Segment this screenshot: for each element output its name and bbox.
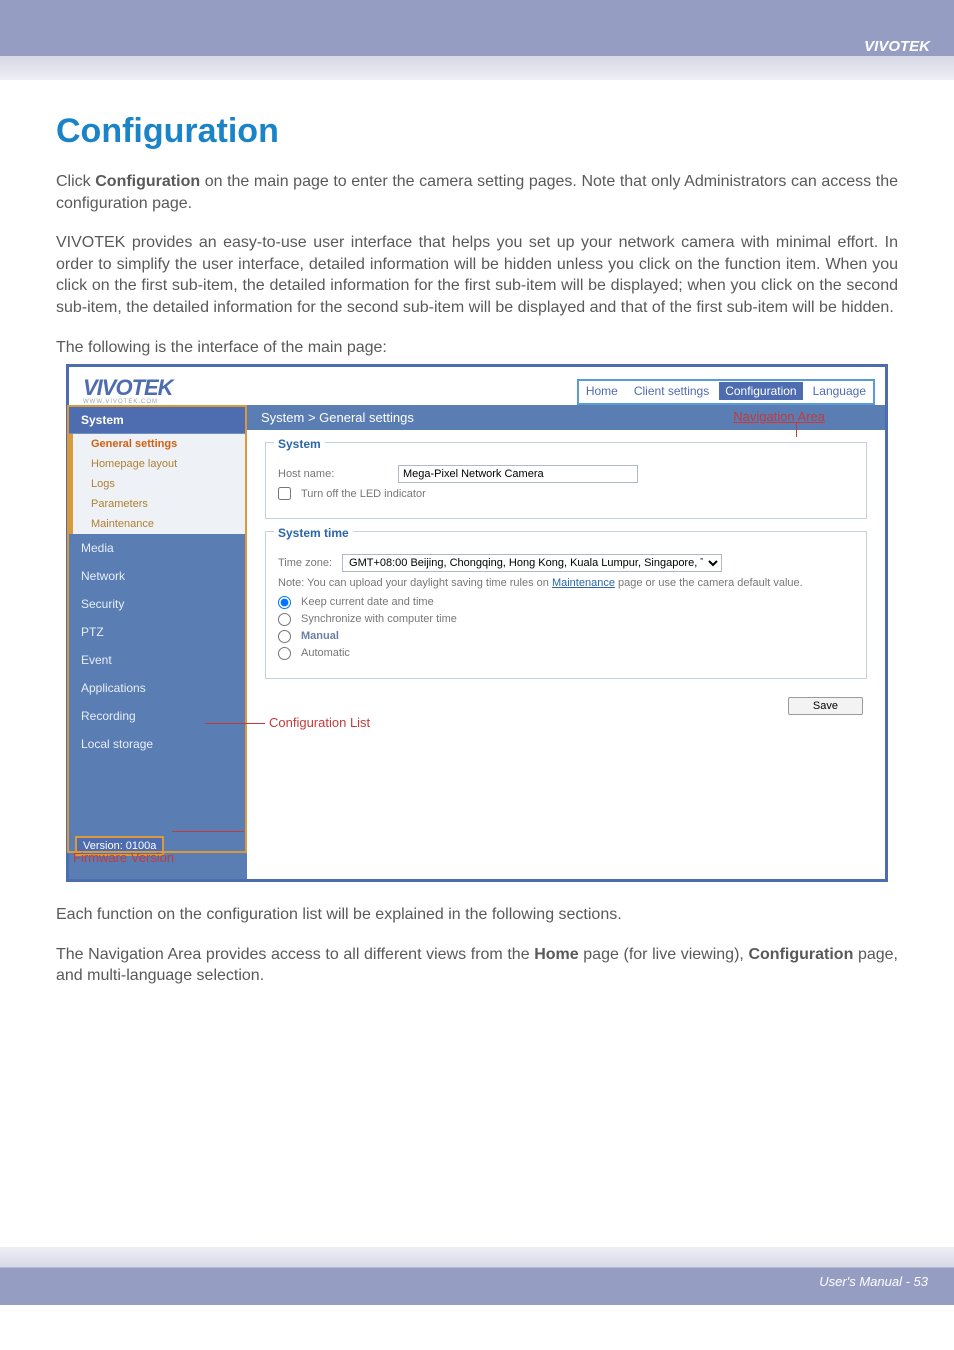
system-time-legend: System time [274, 526, 353, 540]
text: page or use the camera default value. [615, 577, 803, 589]
closing-para-1: Each function on the configuration list … [56, 904, 898, 926]
sidebar-sub-maintenance[interactable]: Maintenance [73, 514, 247, 534]
annotation-line [796, 423, 797, 437]
screenshot-box: VIVOTEK WWW.VIVOTEK.COM Home Client sett… [66, 364, 888, 882]
nav-language[interactable]: Language [807, 382, 872, 400]
logo-block: VIVOTEK WWW.VIVOTEK.COM [83, 375, 173, 405]
annotation-line [172, 831, 244, 832]
sidebar-submenu: General settings Homepage layout Logs Pa… [69, 434, 247, 534]
sidebar-item-event[interactable]: Event [69, 646, 247, 674]
nav-home[interactable]: Home [580, 382, 624, 400]
system-legend: System [274, 437, 325, 451]
screenshot-body: System General settings Homepage layout … [69, 405, 885, 879]
radio-manual-label: Manual [301, 630, 339, 642]
brand-title: VIVOTEK [864, 38, 930, 55]
content-area: Configuration Click Configuration on the… [0, 80, 954, 987]
page-title: Configuration [56, 112, 898, 151]
sidebar-item-ptz[interactable]: PTZ [69, 618, 247, 646]
page-footer: User's Manual - 53 [0, 1247, 954, 1305]
intro-para-2: VIVOTEK provides an easy-to-use user int… [56, 232, 898, 318]
system-fieldset: System Host name: Turn off the LED indic… [265, 442, 867, 519]
annotation-navigation-area: Navigation Area [733, 409, 825, 424]
sidebar-item-network[interactable]: Network [69, 562, 247, 590]
sidebar-item-applications[interactable]: Applications [69, 674, 247, 702]
topnav-outline: Home Client settings Configuration Langu… [577, 379, 875, 405]
intro-para-3: The following is the interface of the ma… [56, 337, 898, 359]
nav-client-settings[interactable]: Client settings [628, 382, 715, 400]
radio-sync-computer[interactable] [278, 613, 291, 626]
system-time-fieldset: System time Time zone: GMT+08:00 Beijing… [265, 531, 867, 678]
sidebar-item-security[interactable]: Security [69, 590, 247, 618]
sidebar-item-media[interactable]: Media [69, 534, 247, 562]
led-indicator-checkbox[interactable] [278, 487, 291, 500]
host-name-input[interactable] [398, 465, 638, 483]
text: Click [56, 173, 95, 190]
sidebar-sub-parameters[interactable]: Parameters [73, 494, 247, 514]
radio-sync-computer-label: Synchronize with computer time [301, 613, 457, 625]
page-header: VIVOTEK [0, 0, 954, 80]
closing-para-2: The Navigation Area provides access to a… [56, 944, 898, 987]
save-button[interactable]: Save [788, 697, 863, 715]
sidebar-sub-homepage-layout[interactable]: Homepage layout [73, 454, 247, 474]
text: The Navigation Area provides access to a… [56, 946, 534, 963]
annotation-line [205, 723, 265, 724]
footer-page-number: User's Manual - 53 [819, 1274, 928, 1289]
timezone-note: Note: You can upload your daylight savin… [278, 576, 854, 591]
text: Note: You can upload your daylight savin… [278, 577, 552, 589]
sidebar: System General settings Homepage layout … [69, 405, 247, 879]
sidebar-group-system[interactable]: System [69, 406, 247, 434]
screenshot-top-bar: VIVOTEK WWW.VIVOTEK.COM Home Client sett… [69, 367, 885, 405]
sidebar-sub-general-settings[interactable]: General settings [73, 434, 247, 454]
timezone-select[interactable]: GMT+08:00 Beijing, Chongqing, Hong Kong,… [342, 554, 722, 572]
sidebar-sub-logs[interactable]: Logs [73, 474, 247, 494]
annotation-configuration-list-row: Configuration List [265, 715, 885, 730]
maintenance-link[interactable]: Maintenance [552, 577, 615, 589]
radio-automatic-label: Automatic [301, 647, 350, 659]
nav-configuration[interactable]: Configuration [719, 382, 802, 400]
led-indicator-label: Turn off the LED indicator [301, 488, 426, 500]
timezone-label: Time zone: [278, 557, 332, 569]
radio-keep-current-label: Keep current date and time [301, 596, 434, 608]
sidebar-item-local-storage[interactable]: Local storage [69, 730, 247, 758]
intro-para-1: Click Configuration on the main page to … [56, 171, 898, 214]
sidebar-item-recording[interactable]: Recording [69, 702, 247, 730]
annotation-firmware-version: Firmware Version [73, 850, 174, 865]
main-pane: System > General settings Navigation Are… [247, 405, 885, 879]
text: page (for live viewing), [579, 946, 749, 963]
home-keyword: Home [534, 946, 578, 963]
annotation-configuration-list: Configuration List [269, 715, 370, 730]
host-name-label: Host name: [278, 468, 388, 480]
radio-keep-current[interactable] [278, 596, 291, 609]
radio-automatic[interactable] [278, 647, 291, 660]
configuration-keyword-2: Configuration [748, 946, 853, 963]
top-navigation: Home Client settings Configuration Langu… [580, 382, 872, 402]
radio-manual[interactable] [278, 630, 291, 643]
vivotek-logo: VIVOTEK [83, 375, 173, 400]
configuration-keyword: Configuration [95, 173, 200, 190]
